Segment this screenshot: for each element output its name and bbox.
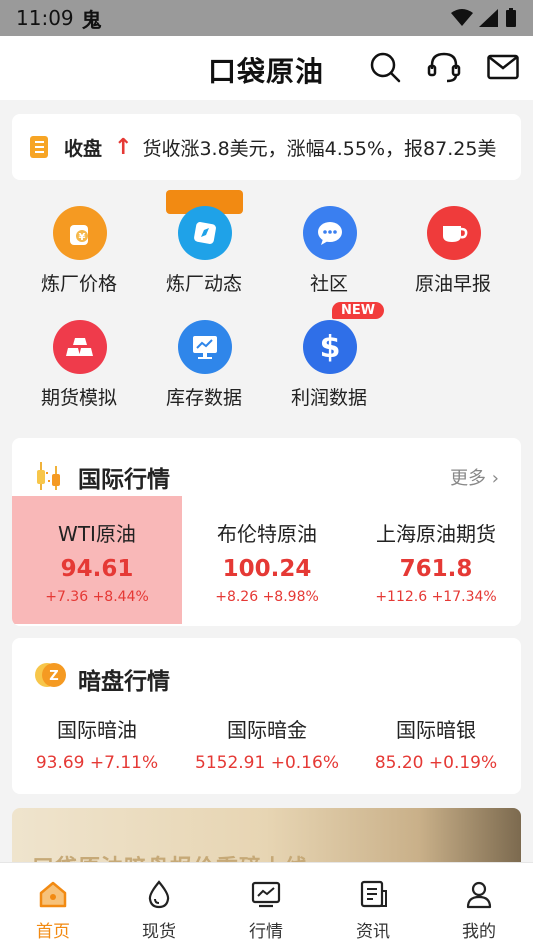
grid-item-community[interactable]: 社区 <box>269 192 389 302</box>
status-bar: 11:09 鬼 <box>0 0 533 36</box>
chat-icon <box>303 206 357 260</box>
more-link[interactable]: 更多 › <box>450 464 499 490</box>
grid-label: 炼厂价格 <box>40 273 117 295</box>
chart-icon <box>251 881 281 908</box>
status-app-glyph: 鬼 <box>81 7 102 32</box>
grid-label: 利润数据 <box>290 387 367 409</box>
quote-shanghai[interactable]: 上海原油期货 761.8 +112.6 +17.34% <box>351 496 521 624</box>
dark-quote-name: 国际暗金 <box>227 718 307 742</box>
tab-profile[interactable]: 我的 <box>426 863 532 947</box>
app-logo: 口袋原油 <box>208 55 325 88</box>
grid-label: 库存数据 <box>165 387 242 409</box>
grid-item-morning-report[interactable]: 原油早报 <box>393 192 513 302</box>
grid-label: 期货模拟 <box>40 387 117 409</box>
headset-icon[interactable] <box>427 50 461 84</box>
quote-change: +8.26 +8.98% <box>215 589 319 605</box>
status-time: 11:09 <box>16 6 74 30</box>
market-close-ticker[interactable]: 收盘 ↑ 货收涨3.8美元，涨幅4.55%，报87.25美 <box>12 114 521 180</box>
dark-quote-value: 93.69 +7.11% <box>35 753 159 773</box>
quote-name: 上海原油期货 <box>376 522 496 546</box>
dollar-icon: $ <box>303 320 357 374</box>
dark-quote-oil[interactable]: 国际暗油 93.69 +7.11% <box>12 714 182 773</box>
tab-market[interactable]: 行情 <box>213 863 319 947</box>
chevron-right-icon: › <box>491 468 499 489</box>
promo-banner[interactable]: 口袋原油暗盘报价重磅上线 <box>12 808 521 868</box>
status-icons <box>451 8 517 28</box>
news-icon <box>360 880 387 908</box>
tab-news[interactable]: 资讯 <box>320 863 426 947</box>
quote-price: 761.8 <box>399 556 473 582</box>
user-icon <box>466 881 492 909</box>
signal-icon <box>479 9 498 27</box>
ticker-title: 收盘 <box>64 137 103 160</box>
tab-label: 现货 <box>142 922 176 942</box>
tab-label: 行情 <box>249 922 283 942</box>
grid-label: 原油早报 <box>414 273 491 295</box>
grid-item-inventory-data[interactable]: 库存数据 <box>144 306 264 416</box>
wifi-icon <box>451 9 473 26</box>
quote-price: 100.24 <box>222 556 312 582</box>
cup-icon <box>427 206 481 260</box>
tab-label: 资讯 <box>356 922 390 942</box>
grid-label: 社区 <box>309 273 348 295</box>
quote-name: WTI原油 <box>58 522 136 546</box>
app-header: 口袋原油 <box>0 36 533 100</box>
drop-icon <box>148 880 170 909</box>
quote-change: +7.36 +8.44% <box>45 589 149 605</box>
mail-icon[interactable] <box>486 50 520 84</box>
quote-name: 布伦特原油 <box>217 522 317 546</box>
tab-label: 我的 <box>462 922 496 942</box>
bottom-tab-bar: 首页 现货 行情 资讯 我的 <box>0 862 533 947</box>
ticker-text: 货收涨3.8美元，涨幅4.55%，报87.25美 <box>142 137 497 160</box>
quote-wti[interactable]: WTI原油 94.61 +7.36 +8.44% <box>12 496 182 624</box>
grid-item-profit-data[interactable]: $ 利润数据 <box>269 306 389 416</box>
coin-icon: Z <box>35 663 66 687</box>
notice-icon <box>30 136 48 158</box>
dark-quote-value: 85.20 +0.19% <box>374 753 498 773</box>
gold-bars-icon <box>53 320 107 374</box>
compass-icon <box>178 206 232 260</box>
quote-price: 94.61 <box>60 556 134 582</box>
dark-quote-silver[interactable]: 国际暗银 85.20 +0.19% <box>351 714 521 773</box>
grid-item-refinery-price[interactable]: ¥ 炼厂价格 <box>19 192 139 302</box>
dark-market-card: Z 暗盘行情 国际暗油 93.69 +7.11% 国际暗金 5152.91 +0… <box>12 638 521 794</box>
dark-quote-name: 国际暗油 <box>57 718 137 742</box>
svg-text:Z: Z <box>49 669 58 684</box>
new-badge: NEW <box>332 302 385 319</box>
intl-market-title: 国际行情 <box>78 467 170 493</box>
dark-quote-name: 国际暗银 <box>396 718 476 742</box>
screen-chart-icon <box>178 320 232 374</box>
money-bag-icon: ¥ <box>53 206 107 260</box>
dark-quote-gold[interactable]: 国际暗金 5152.91 +0.16% <box>182 714 352 773</box>
more-label: 更多 <box>450 468 487 489</box>
tab-spot[interactable]: 现货 <box>106 863 212 947</box>
home-icon <box>39 881 67 908</box>
up-arrow-icon: ↑ <box>114 134 133 160</box>
grid-item-refinery-news[interactable]: 炼厂动态 <box>144 192 264 302</box>
intl-market-card: 国际行情 更多 › WTI原油 94.61 +7.36 +8.44% 布伦特原油… <box>12 438 521 626</box>
grid-label: 炼厂动态 <box>165 273 242 295</box>
quote-change: +112.6 +17.34% <box>375 589 497 605</box>
search-icon[interactable] <box>368 50 402 84</box>
svg-text:¥: ¥ <box>79 232 86 243</box>
dark-market-title: 暗盘行情 <box>78 669 170 695</box>
battery-icon <box>506 8 516 27</box>
candlestick-icon <box>37 462 60 490</box>
dark-quote-value: 5152.91 +0.16% <box>195 753 339 773</box>
tab-home[interactable]: 首页 <box>0 863 106 947</box>
quote-brent[interactable]: 布伦特原油 100.24 +8.26 +8.98% <box>182 496 352 624</box>
grid-item-futures-sim[interactable]: 期货模拟 <box>19 306 139 416</box>
tab-label: 首页 <box>36 922 70 942</box>
